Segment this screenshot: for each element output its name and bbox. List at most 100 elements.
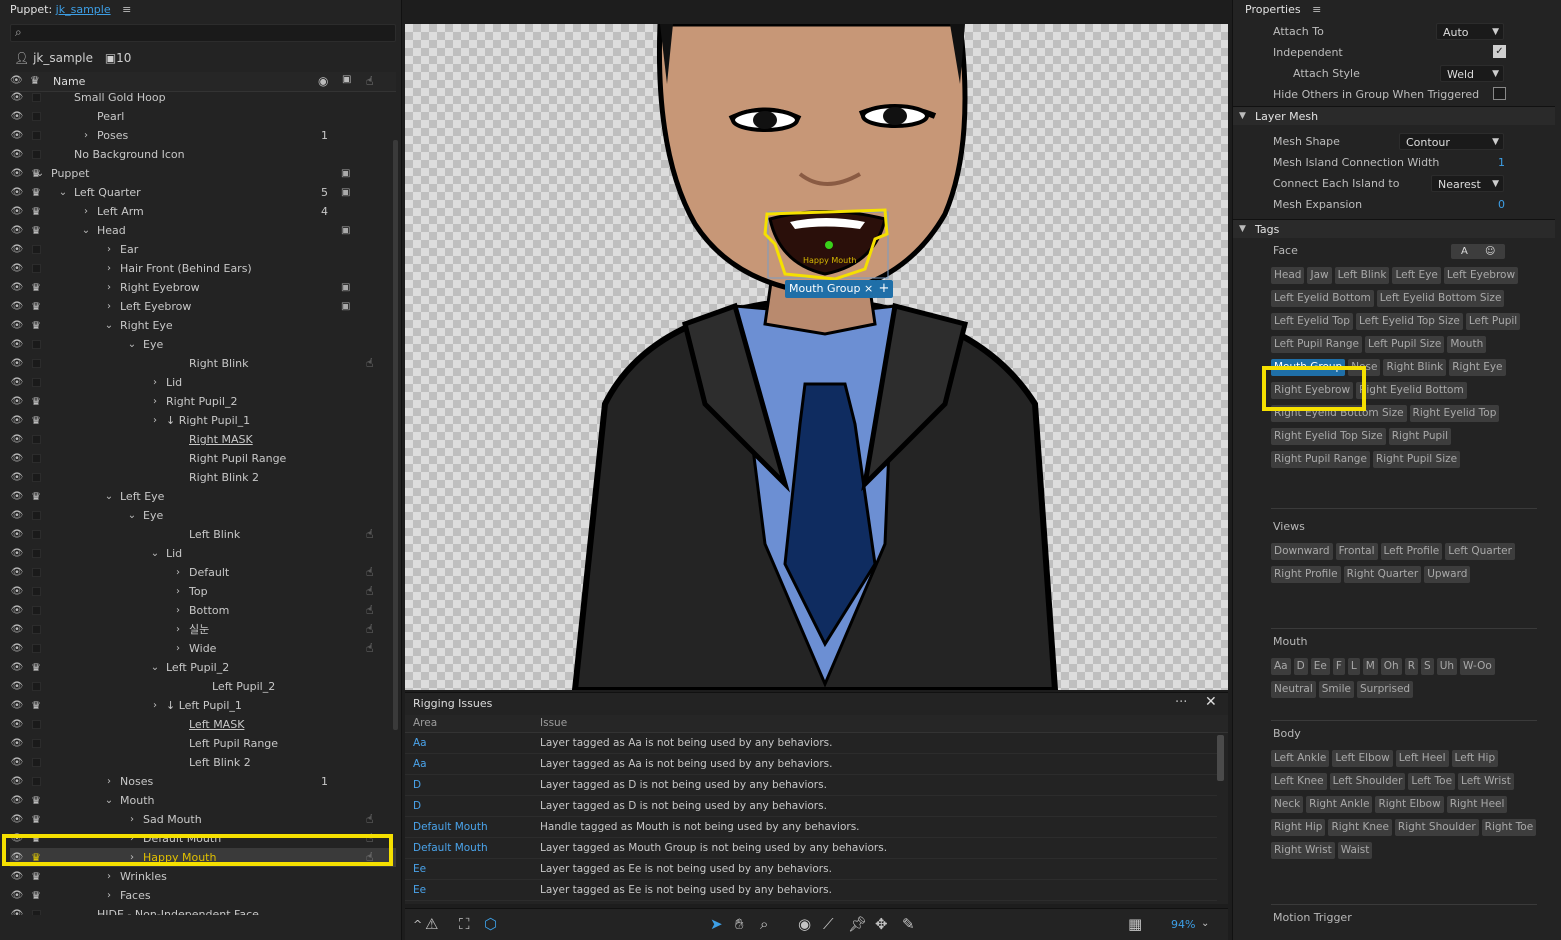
eye-icon[interactable]: 👁︎ [10, 506, 24, 525]
dragger-tool-icon[interactable]: ✥ [875, 915, 888, 933]
crown-icon[interactable]: ♛ [28, 183, 44, 202]
crown-icon[interactable]: ♛ [28, 487, 44, 506]
puppet-link[interactable]: jk_sample [56, 3, 111, 16]
eye-icon[interactable]: 👁︎ [10, 677, 24, 696]
tag-chip[interactable]: Left Pupil Size [1365, 336, 1445, 353]
scene-canvas[interactable]: Happy Mouth Mouth Group × + [405, 24, 1228, 690]
layer-row[interactable]: 👁︎ Right Blink ☝︎ [10, 354, 396, 373]
handle-column-icon[interactable]: ☝︎ [366, 74, 373, 88]
eye-icon[interactable]: 👁︎ [10, 316, 24, 335]
tag-chip[interactable]: Left Pupil [1465, 313, 1521, 330]
layer-row[interactable]: 👁︎ ♛ ⌄ Left Eye [10, 487, 396, 506]
tag-chip[interactable]: Right Elbow [1375, 796, 1444, 813]
crown-icon[interactable]: ♛ [28, 886, 44, 905]
issue-row[interactable]: Aa Layer tagged as Aa is not being used b… [405, 754, 1217, 775]
area-column-header[interactable]: Area [413, 717, 437, 729]
tag-chip[interactable]: Aa [1271, 658, 1291, 675]
eye-icon[interactable]: 👁︎ [10, 354, 24, 373]
handle-icon[interactable]: ☝︎ [366, 354, 373, 373]
handle-icon[interactable]: ☝︎ [366, 639, 373, 658]
tag-chip[interactable]: Right Eyelid Top [1409, 405, 1500, 422]
tag-chip[interactable]: Left Eyelid Bottom [1271, 290, 1374, 307]
crown-icon[interactable]: ♛ [28, 810, 44, 829]
eye-icon[interactable]: 👁︎ [10, 639, 24, 658]
eye-icon[interactable]: 👁︎ [10, 411, 24, 430]
layer-row[interactable]: 👁︎ Left Blink ☝︎ [10, 525, 396, 544]
independence-toggle[interactable] [32, 93, 41, 102]
layer-row[interactable]: 👁︎ Right MASK [10, 430, 396, 449]
tag-chip[interactable]: Right Ankle [1306, 796, 1373, 813]
independence-toggle[interactable] [32, 511, 41, 520]
tag-chip[interactable]: Right Wrist [1271, 842, 1335, 859]
independence-toggle[interactable] [32, 777, 41, 786]
independence-toggle[interactable] [32, 910, 41, 915]
eye-icon[interactable]: 👁︎ [10, 468, 24, 487]
crown-icon[interactable]: ♛ [28, 696, 44, 715]
layer-row[interactable]: 👁︎ ♛ ⌄ Left Quarter 5 ▣ [10, 183, 396, 202]
tag-chip[interactable]: Right Eyelid Bottom [1356, 382, 1467, 399]
independence-toggle[interactable] [32, 340, 41, 349]
eye-icon[interactable]: 👁︎ [10, 335, 24, 354]
text-view-toggle[interactable]: A [1461, 244, 1468, 259]
eye-icon[interactable]: 👁︎ [10, 126, 24, 145]
tag-chip[interactable]: Left Toe [1408, 773, 1456, 790]
layer-list-scrollbar[interactable] [393, 140, 398, 730]
layer-row[interactable]: 👁︎ No Background Icon [10, 145, 396, 164]
mesh-expansion-value[interactable]: 0 [1498, 198, 1505, 211]
issue-area[interactable]: Ee [413, 859, 426, 880]
tag-chip[interactable]: Left Eyelid Top [1271, 313, 1353, 330]
layer-row[interactable]: 👁︎ Right Pupil Range [10, 449, 396, 468]
independence-toggle[interactable] [32, 359, 41, 368]
tag-chip[interactable]: D [1293, 658, 1308, 675]
chevron-right-icon[interactable]: › [104, 278, 114, 297]
tag-chip[interactable]: Waist [1337, 842, 1373, 859]
tag-chip[interactable]: Uh [1436, 658, 1458, 675]
tag-chip[interactable]: Surprised [1356, 681, 1414, 698]
chevron-right-icon[interactable]: › [104, 297, 114, 316]
collapse-icon[interactable]: ^ [413, 918, 422, 931]
camera-icon[interactable]: ▣ [341, 297, 350, 316]
eye-icon[interactable]: 👁︎ [10, 240, 24, 259]
tag-chip[interactable]: Downward [1271, 543, 1333, 560]
layer-row[interactable]: 👁︎ ♛ › ↓ Left Pupil_1 [10, 696, 396, 715]
eye-icon[interactable]: 👁︎ [10, 886, 24, 905]
tag-chip[interactable]: Mouth [1447, 336, 1487, 353]
close-icon[interactable]: ✕ [1205, 694, 1217, 710]
issue-area[interactable]: Aa [413, 733, 427, 754]
independent-checkbox[interactable]: ✓ [1493, 45, 1506, 58]
tag-chip[interactable]: Left Eye [1392, 267, 1441, 284]
tag-chip[interactable]: Smile [1318, 681, 1354, 698]
layer-row[interactable]: 👁︎ ♛ › Left Arm 4 [10, 202, 396, 221]
eye-icon[interactable]: 👁︎ [10, 392, 24, 411]
independence-toggle[interactable] [32, 378, 41, 387]
name-column-header[interactable]: Name [53, 75, 85, 88]
tag-chip[interactable]: M [1362, 658, 1378, 675]
camera-icon[interactable]: ▣ [341, 183, 350, 202]
layer-row[interactable]: 👁︎ ♛ ⌄ Puppet ▣ [10, 164, 396, 183]
tag-chip[interactable]: W-Oo [1460, 658, 1495, 675]
camera-icon[interactable]: ▣ [341, 278, 350, 297]
layer-row[interactable]: 👁︎ ♛ › Sad Mouth ☝︎ [10, 810, 396, 829]
tag-chip[interactable]: Right Knee [1328, 819, 1392, 836]
eye-icon[interactable]: 👁︎ [10, 449, 24, 468]
tag-chip[interactable]: Upward [1424, 566, 1471, 583]
tag-chip[interactable]: Right Shoulder [1394, 819, 1479, 836]
chevron-right-icon[interactable]: › [173, 582, 183, 601]
layer-search-input[interactable]: ⌕ [10, 24, 396, 42]
layer-row[interactable]: 👁︎ ♛ › Right Pupil_2 [10, 392, 396, 411]
independence-toggle[interactable] [32, 739, 41, 748]
tag-chip[interactable]: Right Heel [1446, 796, 1508, 813]
tag-chip[interactable]: Left Elbow [1332, 750, 1393, 767]
independence-toggle[interactable] [32, 568, 41, 577]
layer-row[interactable]: 👁︎ Left MASK [10, 715, 396, 734]
crown-icon[interactable]: ♛ [28, 411, 44, 430]
select-tool-icon[interactable]: ➤ [710, 915, 723, 933]
handle-icon[interactable]: ☝︎ [366, 601, 373, 620]
eye-icon[interactable]: 👁︎ [10, 867, 24, 886]
chevron-right-icon[interactable]: › [104, 886, 114, 905]
independence-toggle[interactable] [32, 758, 41, 767]
pin-tool-icon[interactable]: 📌︎ [848, 915, 867, 933]
layer-row[interactable]: 👁︎ ♛ › Wrinkles [10, 867, 396, 886]
handle-icon[interactable]: ☝︎ [366, 620, 373, 639]
layer-row[interactable]: 👁︎ › Top ☝︎ [10, 582, 396, 601]
